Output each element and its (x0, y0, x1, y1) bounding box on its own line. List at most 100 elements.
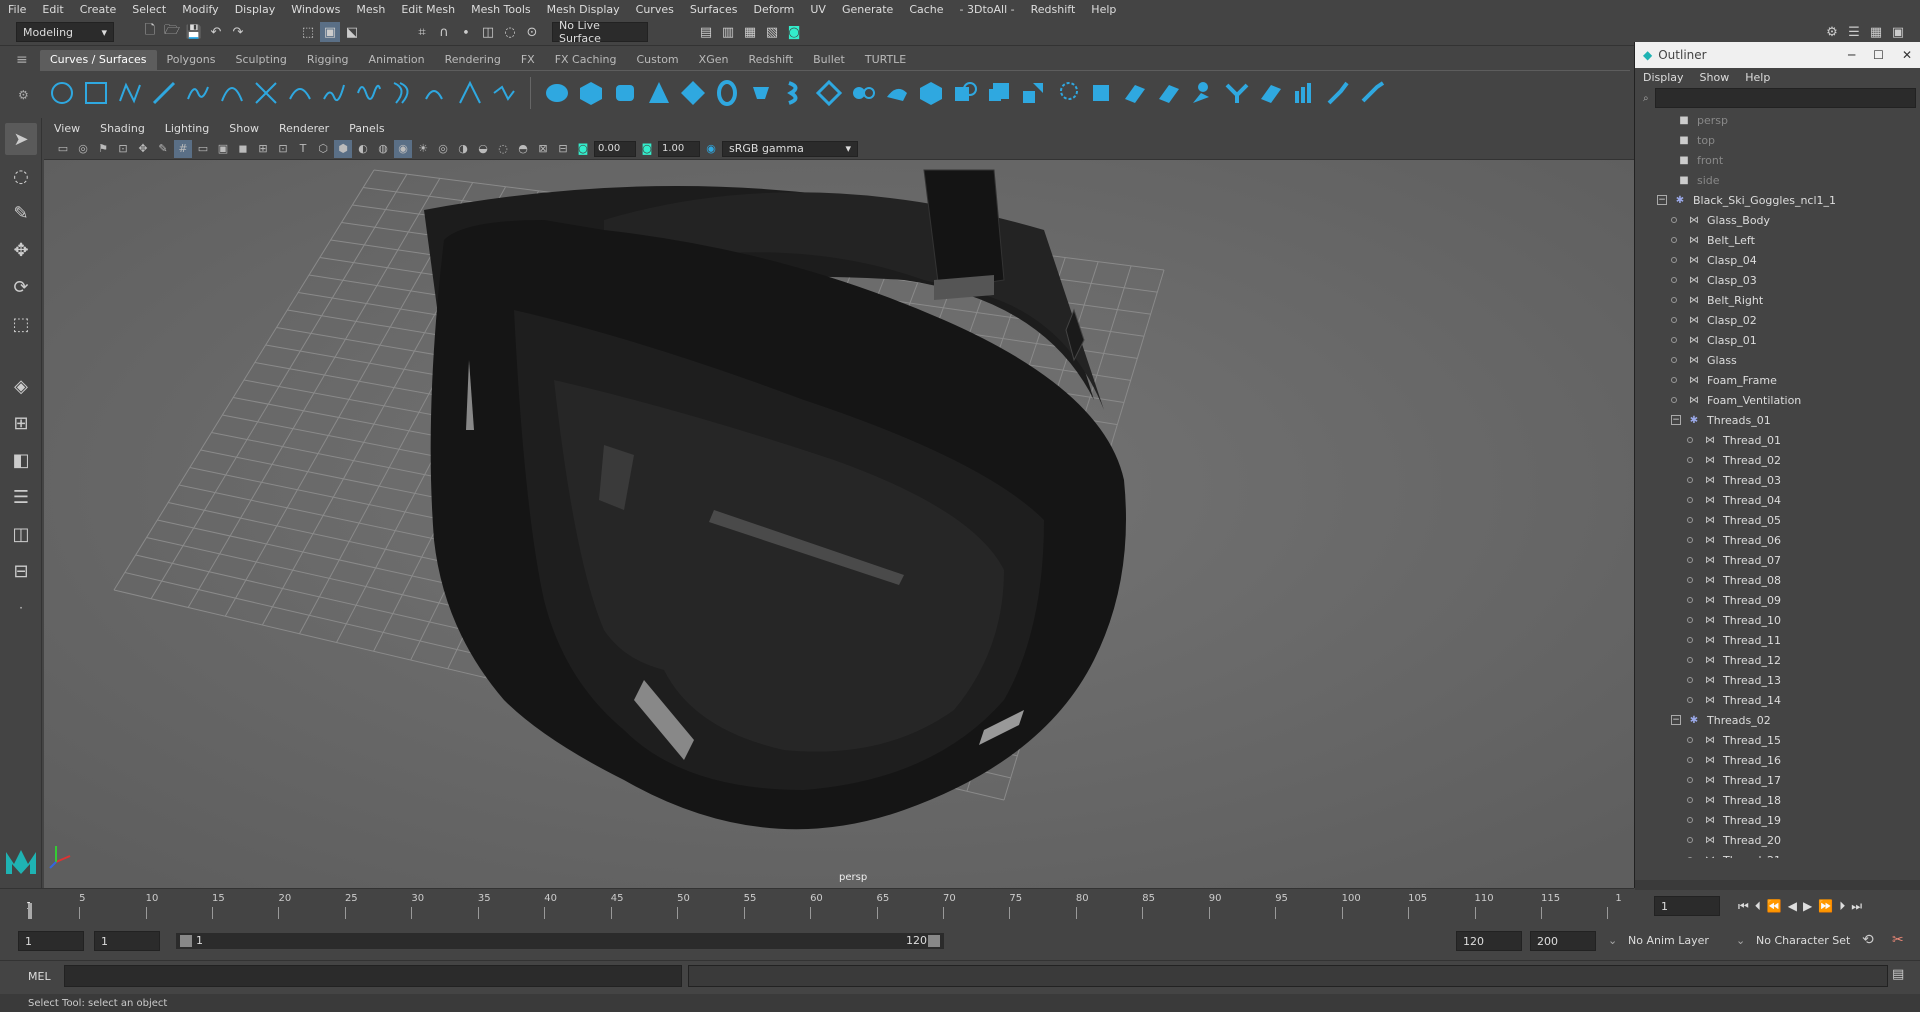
script-language-label[interactable]: MEL (28, 970, 51, 983)
panel-menu-item-1[interactable]: Shading (90, 122, 155, 135)
resolution-gate-icon[interactable]: ▣ (214, 140, 232, 158)
ipr-render-icon[interactable]: ▥ (718, 22, 738, 42)
animation-preferences-icon[interactable]: ✂ (1892, 932, 1904, 948)
menu-item-9[interactable]: Mesh Tools (463, 3, 539, 16)
bookmark-icon[interactable]: ⚑ (94, 140, 112, 158)
playback-end-field[interactable]: 120 (1456, 931, 1522, 951)
menu-item-17[interactable]: - 3DtoAll - (952, 3, 1023, 16)
outliner-thread-item[interactable]: ⋈ Thread_12 (1635, 650, 1920, 670)
intersect-icon[interactable] (1121, 79, 1149, 107)
menu-item-4[interactable]: Modify (174, 3, 226, 16)
revolve-icon[interactable] (747, 79, 775, 107)
outliner-mesh-item[interactable]: ⋈ Foam_Ventilation (1635, 390, 1920, 410)
snap-grid-icon[interactable]: ⌗ (412, 22, 432, 42)
extend-curve-icon[interactable] (354, 79, 382, 107)
menu-item-7[interactable]: Mesh (348, 3, 393, 16)
offset-curve-icon[interactable] (388, 79, 416, 107)
outliner-mesh-item[interactable]: ⋈ Clasp_02 (1635, 310, 1920, 330)
outliner-camera-persp[interactable]: ■ persp (1635, 110, 1920, 130)
menu-item-5[interactable]: Display (227, 3, 284, 16)
outliner-mesh-item[interactable]: ⋈ Clasp_03 (1635, 270, 1920, 290)
shelf-settings-icon[interactable]: ⚙ (18, 88, 29, 102)
outliner-search-input[interactable] (1654, 88, 1916, 108)
open-scene-icon[interactable]: 🗁 (162, 22, 182, 42)
hypershade-icon[interactable]: ▧ (762, 22, 782, 42)
range-slider-end-handle[interactable] (928, 935, 940, 947)
outliner-group-threads-01[interactable]: − ✱ Threads_01 (1635, 410, 1920, 430)
nurbs-circle-icon[interactable] (48, 79, 76, 107)
menu-item-3[interactable]: Select (124, 3, 174, 16)
anti-alias-icon[interactable]: ⊠ (534, 140, 552, 158)
xray-icon[interactable]: ◑ (454, 140, 472, 158)
attribute-editor-icon[interactable]: ☰ (1844, 22, 1864, 42)
snap-view-icon[interactable]: ◫ (478, 22, 498, 42)
outliner-camera-side[interactable]: ■ side (1635, 170, 1920, 190)
shelf-tab-3[interactable]: Rigging (297, 50, 359, 70)
gate-mask-icon[interactable]: ◼ (234, 140, 252, 158)
menu-item-12[interactable]: Surfaces (682, 3, 746, 16)
ep-curve-icon[interactable] (150, 79, 178, 107)
untrim-icon[interactable] (1053, 79, 1081, 107)
shelf-tab-5[interactable]: Rendering (435, 50, 511, 70)
shelf-tab-0[interactable]: Curves / Surfaces (40, 50, 157, 70)
play-backward-icon[interactable]: ◀ (1788, 899, 1797, 914)
project-curve-icon[interactable] (1087, 79, 1115, 107)
menu-item-18[interactable]: Redshift (1023, 3, 1084, 16)
attach-surfaces-icon[interactable] (1189, 79, 1217, 107)
render-view-icon[interactable]: ◙ (784, 22, 804, 42)
nurbs-plane-icon[interactable] (679, 79, 707, 107)
sculpt-tool-icon[interactable] (1325, 79, 1353, 107)
nurbs-cube-icon[interactable] (577, 79, 605, 107)
snap-point-icon[interactable]: ∙ (456, 22, 476, 42)
outliner-root-group[interactable]: − ✱ Black_Ski_Goggles_ncl1_1 (1635, 190, 1920, 210)
outliner-menu-item-0[interactable]: Display (1635, 71, 1692, 84)
lasso-tool-icon[interactable]: ◌ (5, 160, 37, 192)
outliner-camera-top[interactable]: ■ top (1635, 130, 1920, 150)
camera-attributes-icon[interactable]: ◎ (74, 140, 92, 158)
panel-menu-item-5[interactable]: Panels (339, 122, 394, 135)
close-icon[interactable]: ✕ (1902, 48, 1912, 62)
shadows-icon[interactable]: ☀ (414, 140, 432, 158)
grease-pencil-icon[interactable]: ✎ (154, 140, 172, 158)
go-to-end-icon[interactable]: ⏭ (1851, 899, 1862, 914)
two-d-pan-icon[interactable]: ✥ (134, 140, 152, 158)
gamma-icon[interactable]: ◙ (638, 140, 656, 158)
outliner-thread-item[interactable]: ⋈ Thread_14 (1635, 690, 1920, 710)
outliner-thread-item[interactable]: ⋈ Thread_21 (1635, 850, 1920, 858)
outliner-thread-item[interactable]: ⋈ Thread_03 (1635, 470, 1920, 490)
select-component-icon[interactable]: ⬕ (342, 22, 362, 42)
playback-start-field[interactable]: 1 (94, 931, 160, 951)
nurbs-cylinder-icon[interactable] (611, 79, 639, 107)
outliner-menu-item-2[interactable]: Help (1737, 71, 1778, 84)
planar-icon[interactable] (815, 79, 843, 107)
start-time-field[interactable]: 1 (18, 931, 84, 951)
nurbs-sphere-icon[interactable] (543, 79, 571, 107)
color-management-icon[interactable]: ◉ (702, 140, 720, 158)
chevron-down-icon[interactable]: ⌄ (1736, 934, 1745, 947)
snap-curve-icon[interactable]: ∩ (434, 22, 454, 42)
graph-layout-icon[interactable]: ◫ (5, 518, 37, 550)
menu-item-1[interactable]: Edit (34, 3, 71, 16)
pencil-curve-icon[interactable] (184, 79, 212, 107)
grid-toggle-icon[interactable]: # (174, 139, 192, 158)
safe-action-icon[interactable]: ⊡ (274, 140, 292, 158)
menu-item-0[interactable]: File (0, 3, 34, 16)
outliner-thread-item[interactable]: ⋈ Thread_08 (1635, 570, 1920, 590)
duplicate-surface-icon[interactable] (1155, 79, 1183, 107)
arc-icon[interactable] (218, 79, 246, 107)
shelf-tab-11[interactable]: Bullet (803, 50, 855, 70)
open-close-surface-icon[interactable] (1291, 79, 1319, 107)
menu-item-2[interactable]: Create (72, 3, 125, 16)
view-transform-dropdown[interactable]: sRGB gamma ▾ (722, 140, 858, 157)
move-tool-icon[interactable]: ✥ (5, 234, 37, 266)
gamma-field[interactable]: 1.00 (658, 140, 700, 157)
menu-item-16[interactable]: Cache (901, 3, 951, 16)
collapse-icon[interactable]: − (1671, 715, 1681, 725)
outliner-mesh-item[interactable]: ⋈ Foam_Frame (1635, 370, 1920, 390)
film-gate-icon[interactable]: ▭ (194, 140, 212, 158)
range-slider[interactable]: 1 120 (176, 933, 944, 949)
outliner-mesh-item[interactable]: ⋈ Glass (1635, 350, 1920, 370)
outliner-thread-item[interactable]: ⋈ Thread_04 (1635, 490, 1920, 510)
command-input[interactable] (64, 965, 682, 987)
menu-item-8[interactable]: Edit Mesh (393, 3, 463, 16)
